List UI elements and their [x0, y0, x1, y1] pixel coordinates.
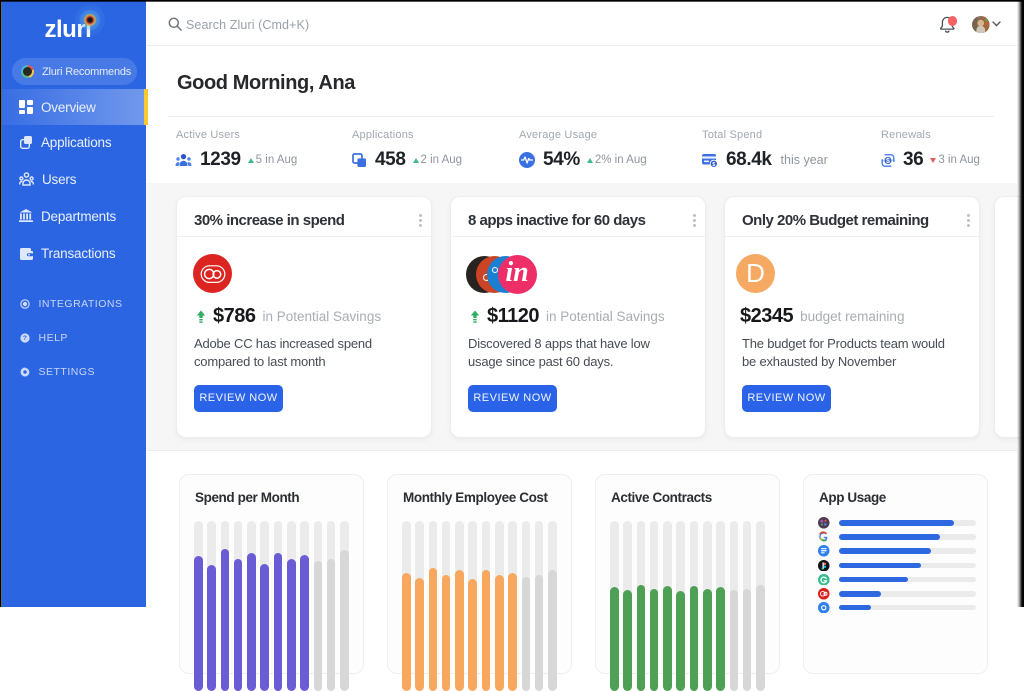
svg-text:?: ? [22, 335, 26, 342]
svg-text:$: $ [886, 158, 890, 165]
svg-text:$: $ [712, 162, 715, 168]
